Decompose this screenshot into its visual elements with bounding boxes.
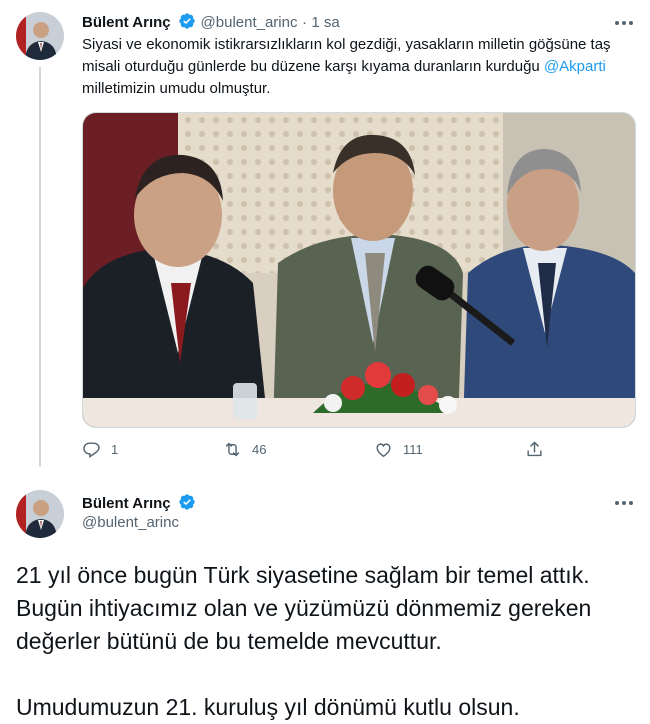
retweet-icon: [225, 442, 240, 457]
avatar-portrait-image: [16, 12, 64, 60]
like-button[interactable]: 111: [374, 440, 423, 459]
reply-button[interactable]: 1: [82, 440, 118, 459]
share-icon: [527, 441, 542, 457]
more-icon[interactable]: [612, 16, 636, 30]
author-handle[interactable]: @bulent_arinc: [82, 514, 179, 531]
author-avatar[interactable]: [16, 12, 64, 60]
mention-link[interactable]: @Akparti: [544, 58, 606, 75]
author-name[interactable]: Bülent Arınç: [82, 495, 171, 512]
author-name[interactable]: Bülent Arınç: [82, 14, 171, 31]
retweet-count: 46: [252, 442, 267, 457]
tweet-photo-image: [83, 113, 635, 427]
tweet-text-part: milletimizin umudu olmuştur.: [82, 80, 271, 97]
tweet-text-part: Siyasi ve ekonomik istikrarsızlıkların k…: [82, 36, 611, 75]
verified-badge-icon: [179, 494, 195, 510]
like-icon: [376, 443, 391, 458]
like-count: 111: [403, 442, 423, 457]
tweet-paragraph: Umudumuzun 21. kuruluş yıl dönümü kutlu …: [16, 694, 520, 720]
verified-badge-icon: [179, 13, 195, 29]
author-handle[interactable]: @bulent_arinc: [201, 14, 298, 31]
reply-count: 1: [111, 442, 119, 457]
reply-icon: [83, 442, 100, 458]
more-icon[interactable]: [612, 496, 636, 510]
tweet-photo[interactable]: [82, 112, 636, 428]
retweet-button[interactable]: 46: [223, 440, 266, 459]
author-avatar[interactable]: [16, 490, 64, 538]
tweet1-text: Siyasi ve ekonomik istikrarsızlıkların k…: [82, 34, 634, 100]
avatar-portrait-image: [16, 490, 64, 538]
tweet1-header: Bülent Arınç @bulent_arinc · 1 sa: [82, 12, 340, 32]
separator-dot: ·: [301, 14, 307, 31]
tweet-paragraph: 21 yıl önce bugün Türk siyasetine sağlam…: [16, 562, 592, 654]
tweet2-author: Bülent Arınç: [82, 493, 196, 513]
share-button[interactable]: [525, 440, 544, 459]
thread-connector-line: [39, 67, 41, 467]
tweet2-text: 21 yıl önce bugün Türk siyasetine sağlam…: [16, 559, 636, 724]
tweet-timestamp[interactable]: 1 sa: [311, 14, 339, 31]
tweet1-actions: 1 46 111: [82, 440, 552, 462]
